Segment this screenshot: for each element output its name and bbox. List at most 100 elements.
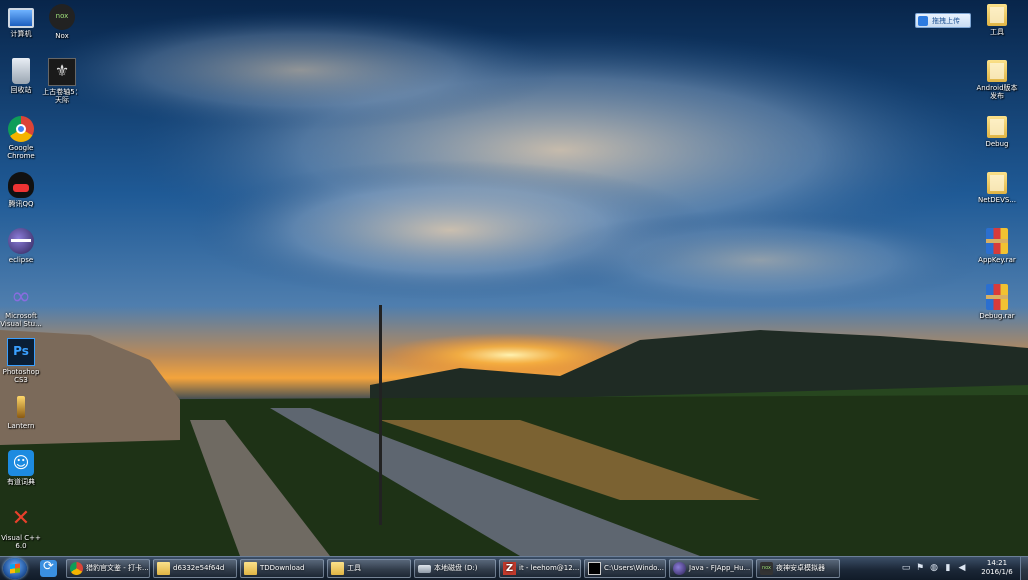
- debug-rar-file[interactable]: Debug.rar: [974, 284, 1020, 320]
- filezilla-icon: Z: [503, 562, 516, 575]
- taskbar-item-label: Java - FJApp_Hu...: [689, 564, 751, 572]
- icon-label: 上古卷轴5：天际: [42, 88, 82, 104]
- tray-network-icon[interactable]: ▮: [943, 563, 953, 573]
- taskbar-item-label: 工具: [347, 564, 361, 572]
- tray-monitor-icon[interactable]: ▭: [901, 563, 911, 573]
- icon-label: Google Chrome: [7, 144, 35, 160]
- qq-penguin-icon: [8, 172, 34, 198]
- chrome-icon: [8, 116, 34, 142]
- nox-shortcut[interactable]: Nox: [39, 4, 85, 40]
- icon-label: 有道词典: [7, 478, 35, 486]
- eclipse-icon: [673, 562, 686, 575]
- rar-archive-icon: [986, 228, 1008, 254]
- eclipse-shortcut[interactable]: eclipse: [0, 228, 44, 264]
- wallpaper-landscape: [0, 0, 1028, 556]
- icon-label: Photoshop CS3: [2, 368, 40, 384]
- chrome-shortcut[interactable]: Google Chrome: [0, 116, 44, 160]
- nox-icon: [49, 4, 75, 30]
- clock-date: 2016/1/6: [981, 568, 1013, 576]
- taskbar-item-label: TDDownload: [260, 564, 305, 572]
- qq-shortcut[interactable]: 腾讯QQ: [0, 172, 44, 208]
- visual-cpp-icon: [8, 506, 34, 532]
- tray-flag-icon[interactable]: ⚑: [915, 563, 925, 573]
- taskbar-item-tddownload[interactable]: TDDownload: [240, 559, 324, 578]
- windows-logo-icon: [10, 563, 20, 574]
- desktop: 计算机 Nox 回收站 上古卷轴5：天际 Google Chrome 腾讯QQ …: [0, 0, 1028, 556]
- icon-label: 回收站: [10, 86, 32, 94]
- taskbar-item-cmd[interactable]: C:\Users\Windo...: [584, 559, 666, 578]
- taskbar-item-label: 夜神安卓模拟器: [776, 564, 825, 572]
- chrome-icon: [70, 562, 83, 575]
- quick-launch-sync-icon[interactable]: [40, 559, 57, 577]
- visual-studio-shortcut[interactable]: Microsoft Visual Stu...: [0, 282, 44, 328]
- clock-time: 14:21: [986, 559, 1008, 567]
- taskbar-item-chrome[interactable]: 猎豹官文鉴 - 打卡...: [66, 559, 150, 578]
- icon-label: Nox: [55, 32, 69, 40]
- nox-icon: nox: [760, 562, 773, 575]
- icon-label: 腾讯QQ: [8, 200, 34, 208]
- taskbar-item-label: 本地磁盘 (D:): [434, 564, 478, 572]
- taskbar-item-eclipse-java[interactable]: Java - FJApp_Hu...: [669, 559, 753, 578]
- debug-folder[interactable]: Debug: [974, 116, 1020, 148]
- visual-cpp-shortcut[interactable]: Visual C++ 6.0: [0, 506, 44, 550]
- taskbar-item-label: C:\Users\Windo...: [604, 564, 664, 572]
- recycle-bin-icon: [12, 58, 30, 84]
- icon-label: Visual C++ 6.0: [1, 534, 41, 550]
- drag-upload-widget[interactable]: 拖拽上传: [915, 13, 971, 28]
- monitor-icon: [8, 8, 34, 28]
- taskbar-item-label: it - leehom@12...: [519, 564, 580, 572]
- icon-label: eclipse: [8, 256, 34, 264]
- drive-icon: [418, 565, 431, 573]
- taskbar-item-label: d6332e54f64d: [173, 564, 225, 572]
- folder-icon: [987, 60, 1007, 82]
- lantern-icon: [8, 394, 34, 420]
- icon-label: Android版本发布: [976, 84, 1018, 100]
- folder-icon: [987, 4, 1007, 26]
- system-tray: ▭ ⚑ ◍ ▮ ◀ 14:21 2016/1/6: [895, 557, 1028, 580]
- taskbar-item-folder-d6332[interactable]: d6332e54f64d: [153, 559, 237, 578]
- command-prompt-icon: [588, 562, 601, 575]
- icon-label: AppKey.rar: [978, 256, 1016, 264]
- tray-globe-icon[interactable]: ◍: [929, 563, 939, 573]
- computer-icon[interactable]: 计算机: [0, 4, 44, 38]
- clock[interactable]: 14:21 2016/1/6: [977, 559, 1017, 577]
- icon-label: Debug: [985, 140, 1009, 148]
- folder-icon: [244, 562, 257, 575]
- photoshop-shortcut[interactable]: Photoshop CS3: [0, 338, 44, 384]
- taskbar-item-nox-emulator[interactable]: nox 夜神安卓模拟器: [756, 559, 840, 578]
- youdao-shortcut[interactable]: 有道词典: [0, 450, 44, 486]
- icon-label: 计算机: [10, 30, 32, 38]
- icon-label: Microsoft Visual Stu...: [0, 312, 42, 328]
- taskbar-item-local-disk-d[interactable]: 本地磁盘 (D:): [414, 559, 496, 578]
- tools-folder[interactable]: 工具: [974, 4, 1020, 36]
- tray-volume-icon[interactable]: ◀: [957, 563, 967, 573]
- appkey-rar-file[interactable]: AppKey.rar: [974, 228, 1020, 264]
- photoshop-icon: [7, 338, 35, 366]
- icon-label: Lantern: [7, 422, 35, 430]
- show-desktop-button[interactable]: [1020, 557, 1028, 580]
- folder-icon: [157, 562, 170, 575]
- youdao-dict-icon: [8, 450, 34, 476]
- folder-icon: [987, 172, 1007, 194]
- lantern-shortcut[interactable]: Lantern: [0, 394, 44, 430]
- taskbar: 猎豹官文鉴 - 打卡... d6332e54f64d TDDownload 工具…: [0, 556, 1028, 580]
- taskbar-item-filezilla[interactable]: Z it - leehom@12...: [499, 559, 581, 578]
- icon-label: NetDEVS...: [977, 196, 1016, 204]
- taskbar-item-label: 猎豹官文鉴 - 打卡...: [86, 564, 149, 572]
- visual-studio-icon: [8, 282, 34, 310]
- upload-widget-label: 拖拽上传: [932, 17, 960, 25]
- start-button[interactable]: [3, 558, 27, 579]
- android-publish-folder[interactable]: Android版本发布: [974, 60, 1020, 100]
- eclipse-icon: [8, 228, 34, 254]
- skyrim-shortcut[interactable]: 上古卷轴5：天际: [39, 58, 85, 104]
- rar-archive-icon: [986, 284, 1008, 310]
- upload-icon: [918, 16, 928, 26]
- folder-icon: [987, 116, 1007, 138]
- recycle-bin-shortcut[interactable]: 回收站: [0, 58, 44, 94]
- icon-label: 工具: [990, 28, 1004, 36]
- skyrim-icon: [48, 58, 76, 86]
- folder-icon: [331, 562, 344, 575]
- netdevs-folder[interactable]: NetDEVS...: [974, 172, 1020, 204]
- taskbar-item-tools[interactable]: 工具: [327, 559, 411, 578]
- icon-label: Debug.rar: [979, 312, 1015, 320]
